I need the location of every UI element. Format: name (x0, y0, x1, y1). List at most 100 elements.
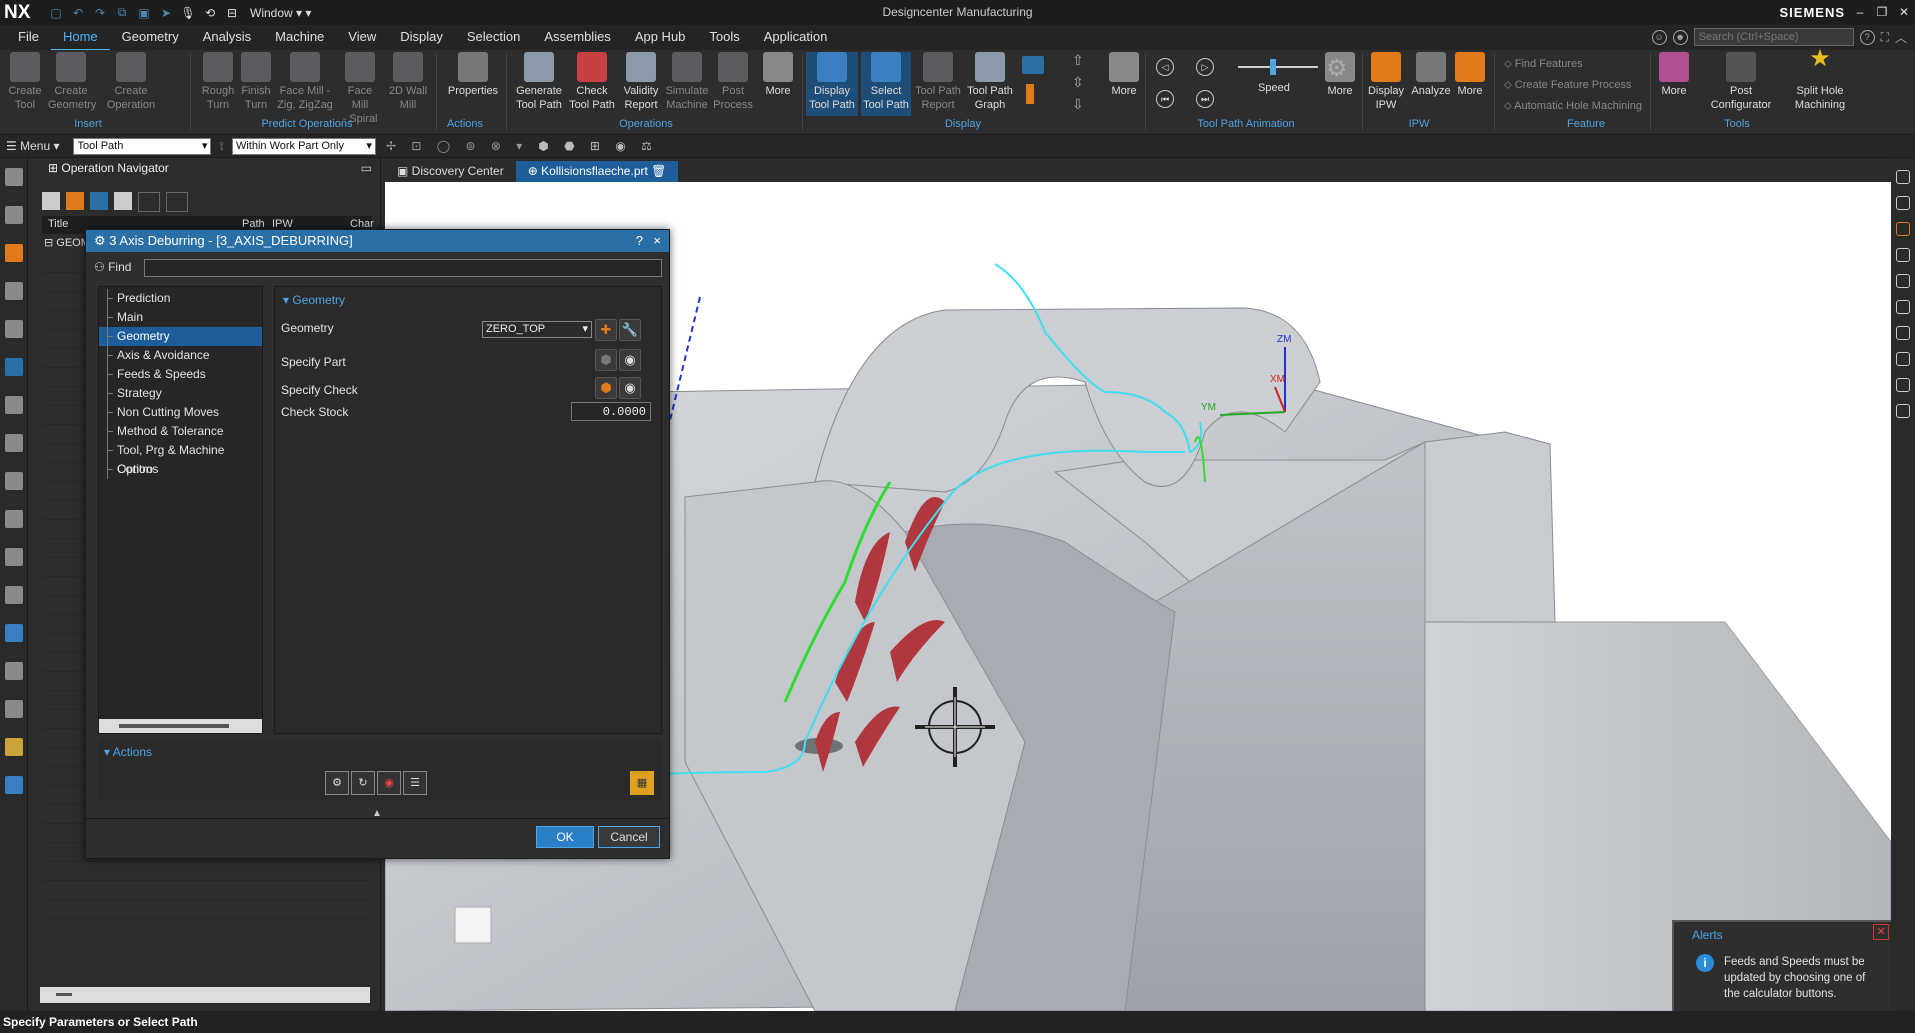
new-geometry-button[interactable]: ✚ (595, 319, 617, 341)
forward-icon[interactable]: ⏭ (1196, 90, 1214, 108)
menu-display[interactable]: Display (388, 24, 455, 51)
selection-scope-dropdown[interactable]: Within Work Part Only (231, 137, 376, 155)
more-display-button[interactable]: More (1104, 52, 1144, 116)
menu-application[interactable]: Application (752, 24, 840, 51)
emoji-feedback-icon[interactable]: ☺ (1651, 29, 1667, 45)
type-filter-dropdown[interactable]: Tool Path (73, 137, 212, 155)
arrow-down-icon[interactable]: ⇩ (1072, 96, 1084, 113)
clock-icon[interactable] (5, 662, 23, 680)
menu-geometry[interactable]: Geometry (110, 24, 191, 51)
menu-app-hub[interactable]: App Hub (623, 24, 698, 51)
menu-selection[interactable]: Selection (455, 24, 532, 51)
process-icon[interactable] (5, 700, 23, 718)
operation-navigator-icon[interactable] (5, 244, 23, 262)
restore-icon[interactable]: ❐ (1871, 0, 1893, 25)
create-tool-button[interactable]: Create Tool (8, 52, 42, 116)
nav-tool-icon[interactable] (138, 192, 160, 212)
list-action-button[interactable]: ☰ (403, 771, 427, 795)
properties-button[interactable]: Properties (446, 52, 500, 116)
palette-icon[interactable] (5, 738, 23, 756)
create-geometry-button[interactable]: Create Geometry (48, 52, 96, 116)
feature-item-find-features[interactable]: ⬦ Find Features (1504, 54, 1642, 75)
feature-item-create-feature-process[interactable]: ⬦ Create Feature Process (1504, 75, 1642, 96)
menu-machine[interactable]: Machine (263, 24, 336, 51)
tool-path-report-button[interactable]: Tool Path Report (914, 52, 962, 116)
feedback-action-button[interactable]: ▦ (630, 771, 654, 795)
collapse-ribbon-icon[interactable]: ︿ (1895, 29, 1907, 46)
window-menu[interactable]: Window ▾ ▾ (250, 6, 311, 20)
verify-action-button[interactable]: ◉ (377, 771, 401, 795)
2d-wall-mill-button[interactable]: 2D Wall Mill (386, 52, 430, 116)
roles-icon[interactable] (5, 624, 23, 642)
tool-library-icon[interactable] (5, 510, 23, 528)
list-side-icon[interactable] (1896, 196, 1910, 210)
geometry-section-header[interactable]: ▾ Geometry (275, 287, 661, 307)
dialog-close-button[interactable]: × (653, 230, 661, 252)
generate-tool-path-button[interactable]: Generate Tool Path (514, 52, 564, 116)
tree-item-feeds-speeds[interactable]: Feeds & Speeds (99, 365, 262, 384)
check-side-icon[interactable] (1896, 300, 1910, 314)
replay-action-button[interactable]: ↻ (351, 771, 375, 795)
program-order-icon[interactable] (5, 320, 23, 338)
post-configurator-button[interactable]: Post Configurator (1700, 52, 1782, 116)
geometry-view-icon[interactable] (5, 358, 23, 376)
motion-side-icon[interactable] (1896, 326, 1910, 340)
speed-slider-thumb[interactable] (1270, 59, 1276, 75)
nav-tool2-icon[interactable] (166, 192, 188, 212)
command-search-input[interactable] (1693, 28, 1854, 46)
tree-hscroll[interactable] (99, 719, 262, 733)
redo-icon[interactable]: ↷ (92, 6, 108, 20)
select-tool-path-button[interactable]: Select Tool Path (861, 52, 911, 116)
post-process-button[interactable]: Post Process (712, 52, 754, 116)
menu-view[interactable]: View (336, 24, 388, 51)
edit-geometry-button[interactable]: 🔧 (619, 319, 641, 341)
method-view-icon[interactable] (5, 396, 23, 414)
display-tool-path-button[interactable]: Display Tool Path (806, 52, 858, 116)
more-tools-button[interactable]: More (1656, 52, 1692, 116)
reuse-library-icon[interactable] (5, 472, 23, 490)
more-ops-button[interactable]: More (756, 52, 800, 116)
undo-icon[interactable]: ↶ (70, 6, 86, 20)
tree-item-options[interactable]: Options (99, 460, 262, 479)
tree-item-method-tolerance[interactable]: Method & Tolerance (99, 422, 262, 441)
validity-report-button[interactable]: Validity Report (620, 52, 662, 116)
view-side-icon[interactable] (1896, 274, 1910, 288)
help-icon[interactable]: ? (1859, 29, 1875, 45)
ok-button[interactable]: OK (536, 826, 594, 848)
graph-side-icon[interactable] (1896, 248, 1910, 262)
display-ipw-button[interactable]: Display IPW (1366, 52, 1406, 116)
menu-file[interactable]: File (6, 24, 51, 51)
tree-item-strategy[interactable]: Strategy (99, 384, 262, 403)
settings-icon[interactable] (5, 168, 23, 186)
check-stock-input[interactable] (571, 402, 651, 421)
microphone-icon[interactable]: 🎙 (180, 6, 196, 20)
command-icon[interactable]: ⟲ (202, 6, 218, 20)
close-window-icon[interactable]: ✕ (1893, 0, 1915, 25)
navigator-pin-icon[interactable]: ▭ (361, 161, 372, 175)
split-hole-machining-button[interactable]: ★ Split Hole Machining (1790, 47, 1850, 116)
tree-item-non-cutting-moves[interactable]: Non Cutting Moves (99, 403, 262, 422)
speed-slider[interactable] (1238, 59, 1318, 75)
menu-home[interactable]: Home (50, 24, 110, 51)
face-mill-spiral-button[interactable]: Face Mill - Spiral (339, 52, 381, 125)
tree-item-main[interactable]: Main (99, 308, 262, 327)
method-view-button-icon[interactable] (114, 192, 132, 210)
feature-navigator-icon[interactable] (5, 434, 23, 452)
history-icon[interactable] (5, 548, 23, 566)
smile-icon[interactable]: ☻ (1672, 29, 1688, 45)
menu-analysis[interactable]: Analysis (191, 24, 263, 51)
show-check-button[interactable]: ◉ (619, 377, 641, 399)
tool-path-graph-button[interactable]: Tool Path Graph (966, 52, 1014, 116)
minimize-icon[interactable]: – (1849, 0, 1871, 25)
simulate-machine-button[interactable]: Simulate Machine (664, 52, 710, 116)
tree-item-geometry[interactable]: Geometry (99, 327, 262, 346)
menu-tools[interactable]: Tools (697, 24, 751, 51)
filter-icon[interactable]: ⟟ (219, 139, 223, 154)
tool-cube[interactable] (454, 906, 492, 944)
geometry-view-button-icon[interactable] (90, 192, 108, 210)
machine-tool-icon[interactable] (5, 282, 23, 300)
select-icon[interactable]: ➤ (158, 6, 174, 20)
add-side-icon[interactable] (1896, 404, 1910, 418)
dialog-header[interactable]: ⚙ 3 Axis Deburring - [3_AXIS_DEBURRING] … (86, 230, 669, 252)
tree-item-axis-avoidance[interactable]: Axis & Avoidance (99, 346, 262, 365)
